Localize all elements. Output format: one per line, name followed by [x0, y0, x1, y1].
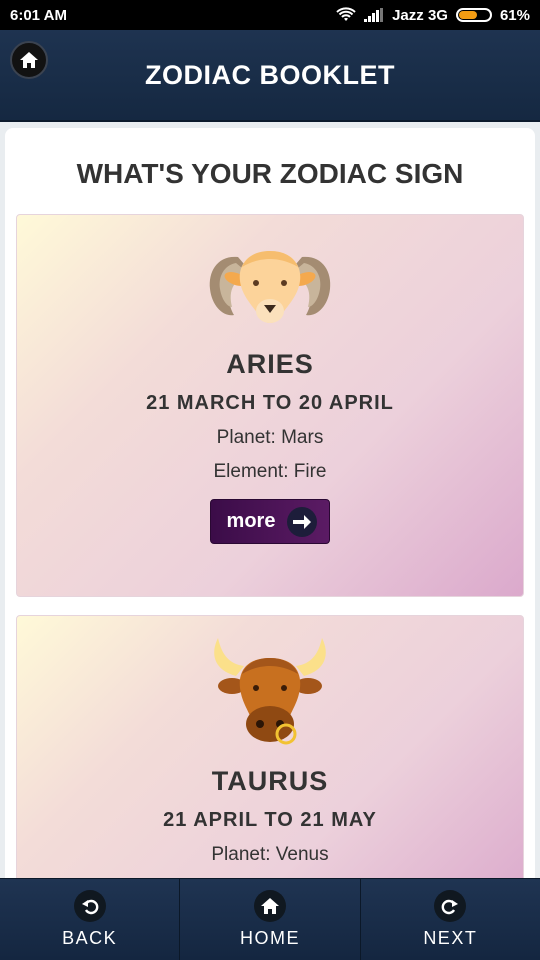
sign-planet: Planet: Mars — [216, 427, 324, 448]
bottom-nav: BACK HOME NEXT — [0, 878, 540, 960]
sign-name: ARIES — [226, 349, 314, 379]
battery-fill — [458, 11, 478, 19]
header-home-button[interactable] — [10, 41, 48, 79]
back-icon — [73, 890, 106, 922]
sign-name: TAURUS — [211, 766, 329, 796]
sign-dates: 21 MARCH TO 20 APRIL — [146, 392, 394, 414]
nav-next-button[interactable]: NEXT — [361, 879, 540, 960]
app-header: ZODIAC BOOKLET — [0, 30, 540, 122]
home-icon — [253, 890, 286, 922]
forward-icon — [434, 890, 467, 922]
more-button-aries[interactable]: more — [209, 499, 331, 544]
nav-back-button[interactable]: BACK — [0, 879, 181, 960]
status-bar: 6:01 AM Jazz 3G 61% — [0, 0, 540, 30]
content-panel[interactable]: WHAT'S YOUR ZODIAC SIGN ARIES 21 MARCH T… — [5, 128, 535, 878]
sign-element: Element: Fire — [213, 461, 327, 482]
status-time: 6:01 AM — [10, 6, 67, 24]
sign-dates: 21 APRIL TO 21 MAY — [163, 809, 377, 831]
battery-percent: 61% — [499, 6, 530, 24]
section-title: WHAT'S YOUR ZODIAC SIGN — [76, 158, 464, 189]
status-right: Jazz 3G 61% — [336, 7, 530, 24]
wifi-icon — [336, 7, 356, 23]
nav-home-label: HOME — [239, 928, 300, 948]
bull-icon — [214, 638, 326, 745]
sign-planet: Planet: Venus — [211, 844, 329, 865]
more-label: more — [226, 510, 276, 532]
battery-icon — [455, 8, 492, 22]
zodiac-card-aries: ARIES 21 MARCH TO 20 APRIL Planet: Mars … — [16, 214, 524, 597]
home-icon — [20, 52, 38, 68]
zodiac-card-taurus: TAURUS 21 APRIL TO 21 MAY Planet: Venus — [16, 615, 524, 878]
app-title: ZODIAC BOOKLET — [145, 59, 395, 90]
carrier-label: Jazz 3G — [392, 6, 448, 24]
nav-back-label: BACK — [62, 928, 118, 948]
arrow-right-icon — [287, 506, 318, 537]
nav-next-label: NEXT — [423, 928, 478, 948]
signal-icon — [364, 8, 384, 22]
nav-home-button[interactable]: HOME — [180, 879, 361, 960]
ram-icon — [209, 251, 331, 323]
